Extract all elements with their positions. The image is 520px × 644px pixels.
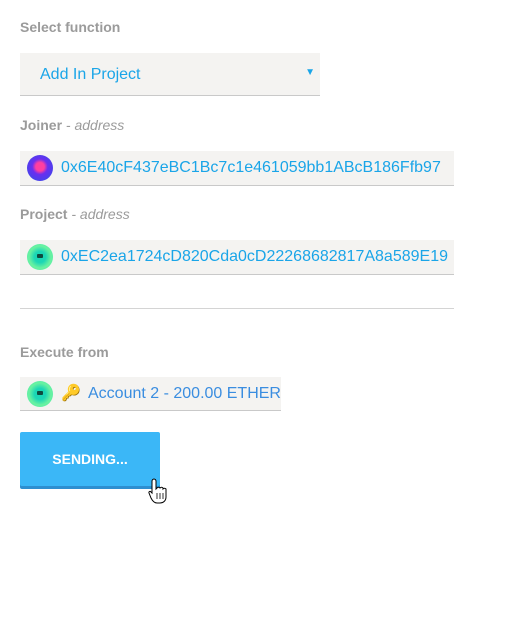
select-function-label: Select function bbox=[20, 19, 121, 35]
chevron-down-icon[interactable]: ▼ bbox=[305, 67, 315, 78]
project-label-text: Project bbox=[20, 206, 68, 222]
project-label-sub: - address bbox=[67, 206, 130, 222]
key-icon: 🔑 bbox=[61, 385, 81, 402]
send-button[interactable]: SENDING... bbox=[20, 432, 160, 486]
divider bbox=[20, 308, 454, 309]
project-address-value: 0xEC2ea1724cD820Cda0cD22268682817A8a589E… bbox=[61, 248, 448, 265]
joiner-address-input[interactable]: 0x6E40cF437eBC1Bc7c1e461059bb1ABcB186Ffb… bbox=[20, 151, 454, 186]
execute-from-label: Execute from bbox=[20, 344, 109, 360]
identicon-icon bbox=[27, 244, 53, 270]
function-select-value: Add In Project bbox=[40, 66, 141, 83]
identicon-icon bbox=[27, 381, 53, 407]
joiner-label: Joiner - address bbox=[20, 117, 124, 133]
joiner-label-sub: - address bbox=[62, 117, 125, 133]
project-label: Project - address bbox=[20, 206, 130, 222]
hand-pointer-icon bbox=[148, 478, 167, 504]
joiner-address-value: 0x6E40cF437eBC1Bc7c1e461059bb1ABcB186Ffb… bbox=[61, 159, 441, 176]
identicon-icon bbox=[27, 155, 53, 181]
function-select[interactable]: Add In Project ▼ bbox=[20, 53, 320, 96]
project-address-input[interactable]: 0xEC2ea1724cD820Cda0cD22268682817A8a589E… bbox=[20, 240, 454, 275]
joiner-label-text: Joiner bbox=[20, 117, 63, 133]
account-value: Account 2 - 200.00 ETHER bbox=[88, 385, 281, 402]
account-select[interactable]: 🔑 Account 2 - 200.00 ETHER bbox=[20, 377, 281, 411]
